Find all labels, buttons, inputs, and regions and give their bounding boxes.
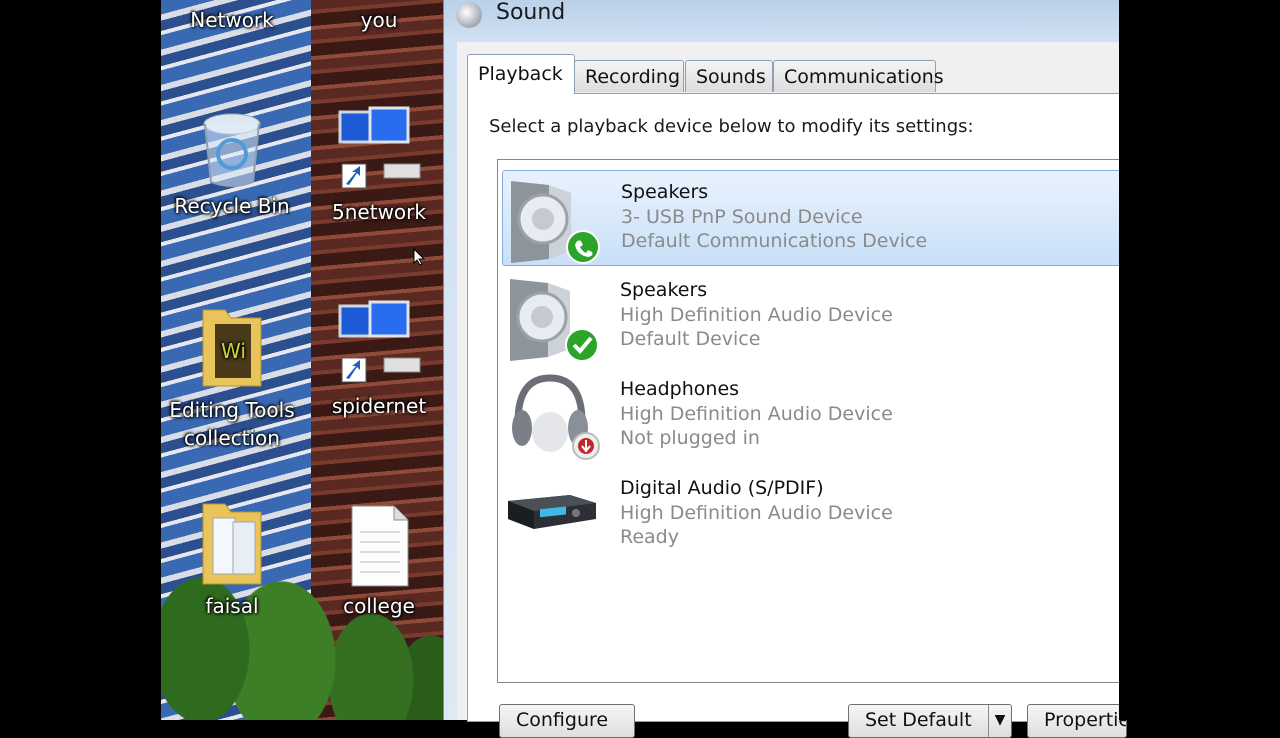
network-shortcut-icon — [338, 300, 421, 383]
desktop-icon-recycle-bin[interactable]: Recycle Bin — [167, 108, 297, 220]
sound-dialog: Sound Playback Recording Sounds Communic… — [443, 0, 1127, 738]
window-title: Sound — [496, 0, 566, 25]
device-description: 3- USB PnP Sound Device — [621, 206, 863, 228]
digital-audio-receiver-icon — [508, 495, 596, 529]
desktop-icon-label: spidernet — [331, 394, 427, 418]
device-name: Headphones — [620, 378, 740, 400]
device-name: Speakers — [620, 279, 708, 301]
device-name: Digital Audio (S/PDIF) — [620, 477, 824, 499]
desktop-icon-label: Recycle Bin — [174, 194, 290, 218]
svg-text:Wi: Wi — [221, 339, 246, 363]
desktop-icon-network[interactable]: Network — [177, 6, 287, 34]
device-status: Default Communications Device — [621, 230, 928, 252]
desktop-icon-label: 5network — [332, 200, 426, 224]
properties-button[interactable]: Properties — [1027, 704, 1127, 738]
button-label: Properties — [1044, 709, 1126, 731]
mouse-cursor-icon — [413, 248, 425, 266]
device-item-digital-audio[interactable]: Digital Audio (S/PDIF) High Definition A… — [502, 467, 1121, 563]
device-list[interactable]: Speakers 3- USB PnP Sound Device Default… — [497, 159, 1121, 683]
desktop-icon-college[interactable]: college — [324, 504, 434, 620]
checkmark-badge-icon — [565, 328, 599, 362]
tab-sounds[interactable]: Sounds — [685, 60, 773, 92]
device-name: Speakers — [621, 181, 709, 203]
device-item-headphones[interactable]: Headphones High Definition Audio Device … — [502, 368, 1121, 464]
phone-badge-icon — [566, 230, 600, 264]
headphones-icon — [512, 374, 600, 460]
speaker-icon — [511, 181, 600, 264]
folder-icon: Wi — [202, 309, 262, 387]
tab-label: Recording — [585, 66, 681, 88]
tab-communications[interactable]: Communications — [773, 60, 944, 92]
desktop-icon-label: faisal — [205, 594, 259, 618]
title-bar[interactable]: Sound — [444, 0, 1120, 38]
text-document-icon — [351, 505, 409, 587]
device-status: Default Device — [620, 328, 761, 350]
button-label: Configure — [516, 709, 609, 731]
tab-label: Communications — [784, 66, 944, 88]
button-label: Set Default — [865, 709, 972, 731]
device-description: High Definition Audio Device — [620, 502, 893, 524]
left-letterbox — [0, 0, 161, 720]
tab-label: Sounds — [696, 66, 766, 88]
desktop-icon-label: college — [343, 594, 415, 618]
tab-label: Playback — [478, 63, 563, 85]
instruction-text: Select a playback device below to modify… — [489, 116, 974, 137]
desktop-icon-label: you — [360, 8, 398, 32]
folder-icon — [202, 503, 262, 585]
chevron-down-icon[interactable]: ▼ — [988, 705, 1011, 737]
speaker-icon — [510, 279, 599, 362]
tab-recording[interactable]: Recording — [574, 60, 684, 92]
device-item-hd-speakers[interactable]: Speakers High Definition Audio Device De… — [502, 269, 1121, 365]
recycle-bin-icon — [203, 113, 261, 187]
dialog-client: Playback Recording Sounds Communications… — [457, 42, 1127, 738]
right-letterbox — [1119, 0, 1280, 720]
desktop-icon-spidernet[interactable]: spidernet — [324, 300, 434, 420]
desktop: Network you Recycle Bin 5network Wi Edit… — [161, 0, 443, 720]
device-status: Ready — [620, 526, 679, 548]
desktop-icon-editing-tools[interactable]: Wi Editing Tools collection — [161, 302, 303, 452]
network-shortcut-icon — [338, 106, 421, 189]
desktop-icon-5network[interactable]: 5network — [324, 106, 434, 226]
tab-playback[interactable]: Playback — [467, 54, 575, 94]
desktop-icon-you[interactable]: you — [324, 6, 434, 34]
device-description: High Definition Audio Device — [620, 304, 893, 326]
device-description: High Definition Audio Device — [620, 403, 893, 425]
desktop-icon-label: Network — [190, 8, 274, 32]
device-status: Not plugged in — [620, 427, 760, 449]
sound-app-icon — [456, 2, 482, 28]
set-default-button[interactable]: Set Default ▼ — [848, 704, 1012, 738]
configure-button[interactable]: Configure — [499, 704, 635, 738]
device-item-usb-speakers[interactable]: Speakers 3- USB PnP Sound Device Default… — [502, 170, 1121, 266]
desktop-icon-faisal[interactable]: faisal — [177, 496, 287, 620]
desktop-icon-label: Editing Tools collection — [169, 398, 295, 450]
